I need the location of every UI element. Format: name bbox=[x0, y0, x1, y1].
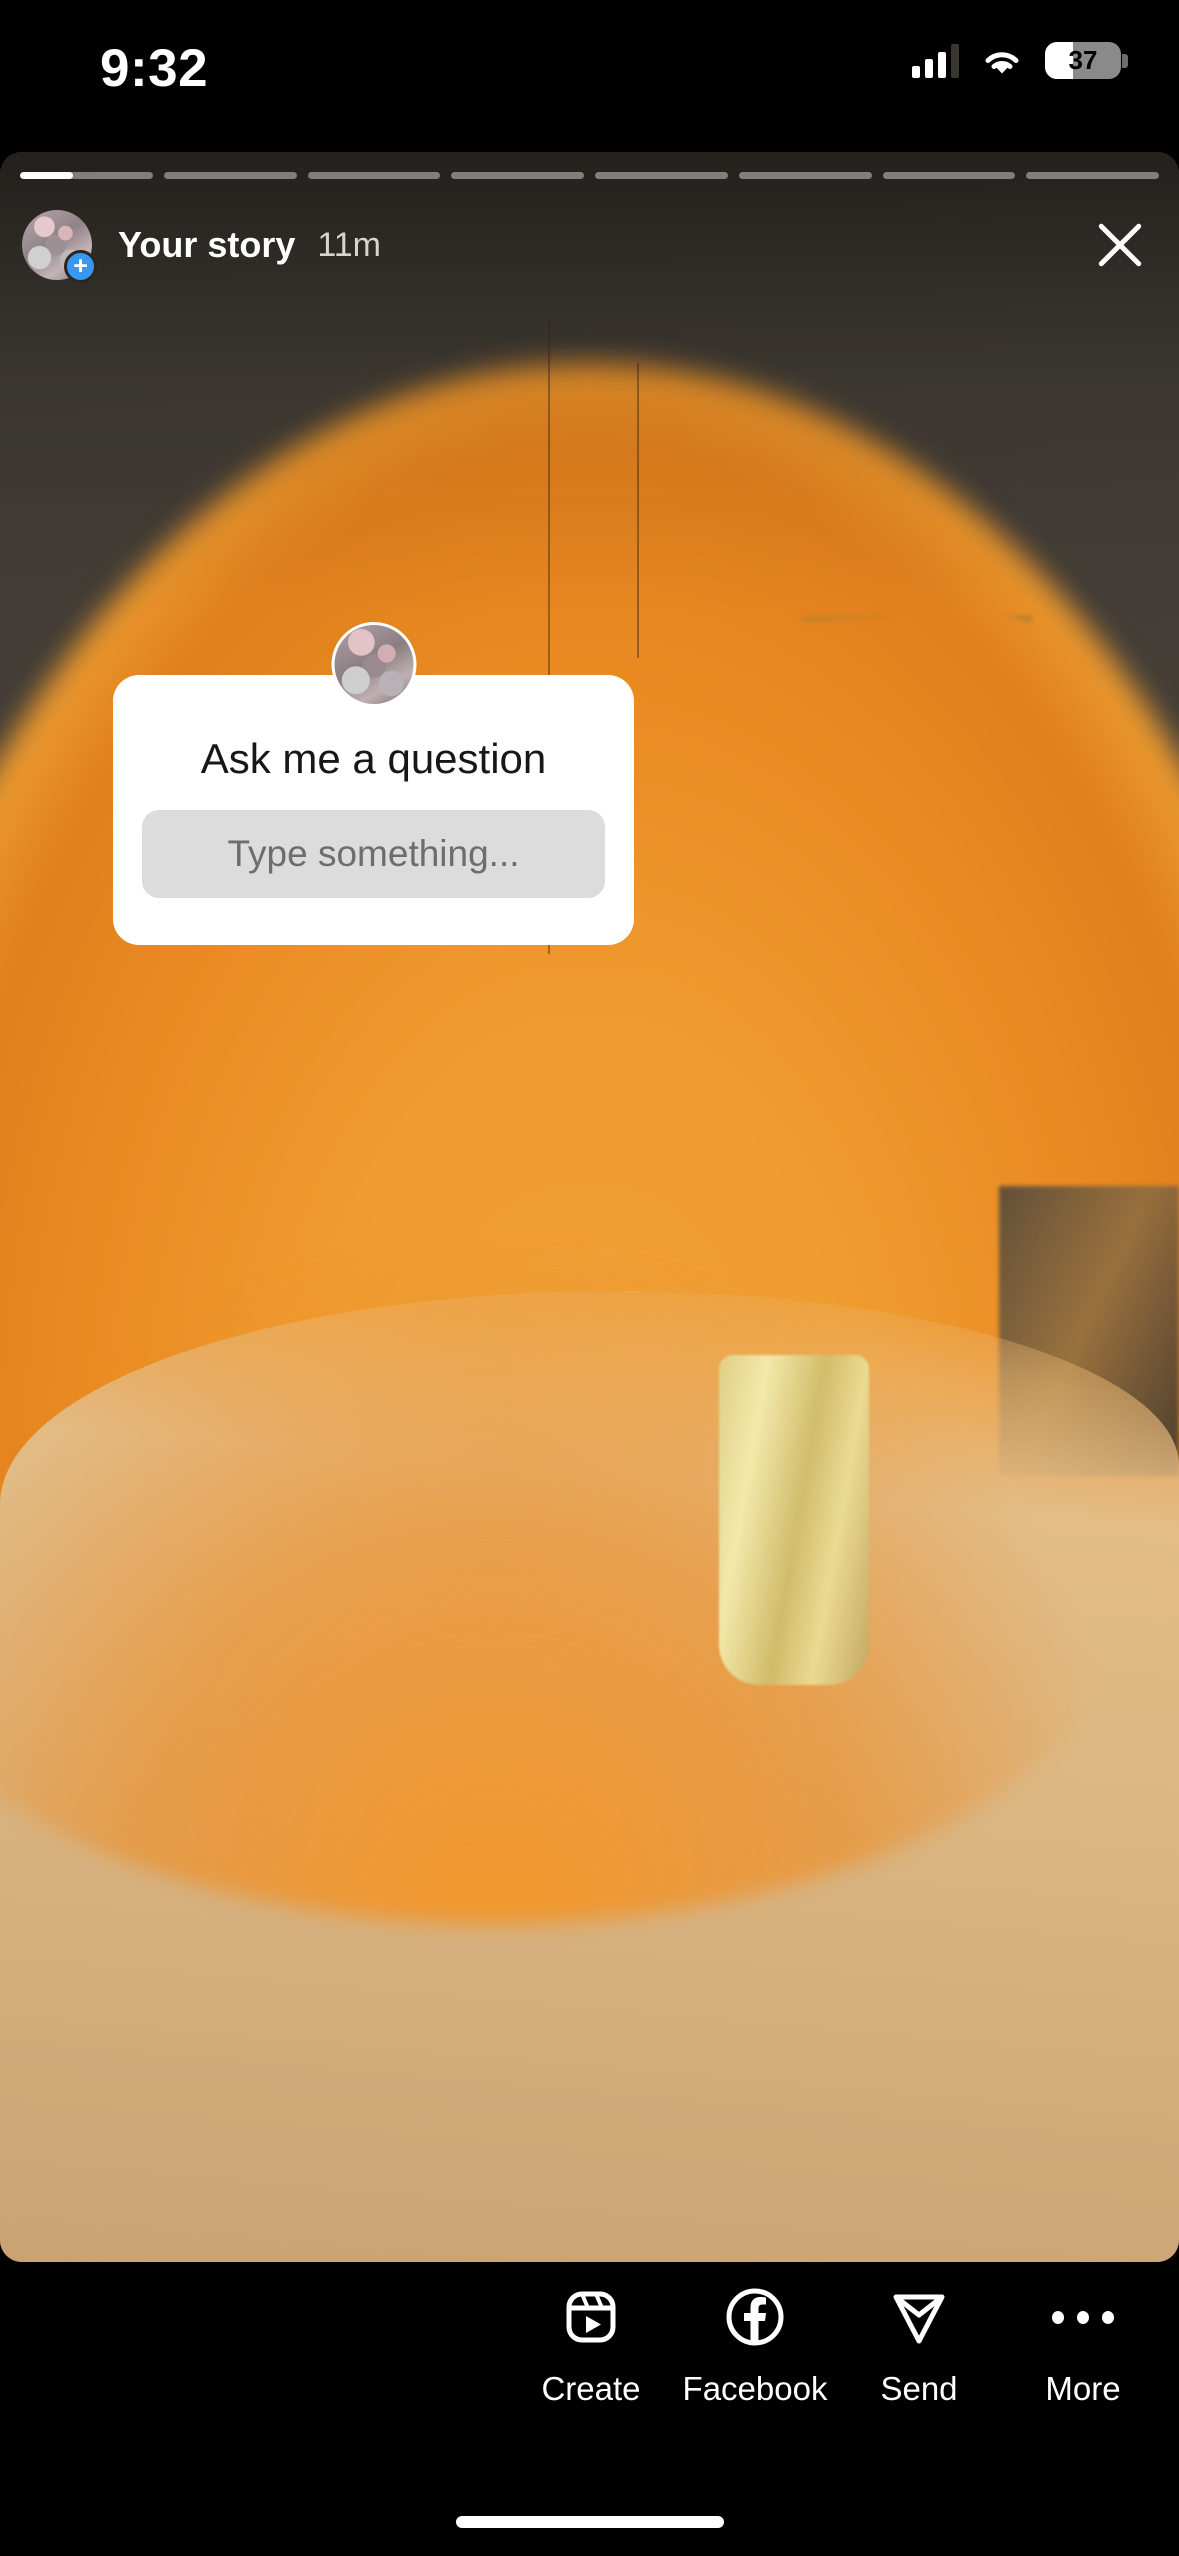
toolbar-items: Create Facebook Send More bbox=[0, 2286, 1179, 2408]
toolbar-label-more: More bbox=[1045, 2370, 1121, 2407]
avatar[interactable]: + bbox=[22, 210, 97, 283]
story-progress-segment[interactable] bbox=[738, 172, 872, 179]
toolbar-item-facebook[interactable]: Facebook bbox=[673, 2286, 837, 2408]
story-actions-toolbar: Create Facebook Send More bbox=[0, 2262, 1179, 2556]
toolbar-label-create: Create bbox=[541, 2370, 641, 2407]
more-dots-icon bbox=[1052, 2286, 1114, 2348]
toolbar-item-send[interactable]: Send bbox=[837, 2286, 1001, 2408]
home-indicator[interactable] bbox=[455, 2516, 724, 2528]
top-gradient-scrim bbox=[0, 152, 1179, 2262]
story-progress-segment[interactable] bbox=[307, 172, 441, 179]
story-progress-segment[interactable] bbox=[595, 172, 728, 179]
create-reel-icon bbox=[560, 2286, 622, 2348]
status-bar: 9:32 37 bbox=[0, 0, 1179, 150]
question-sticker-title: Ask me a question bbox=[200, 735, 547, 782]
add-story-plus-icon[interactable]: + bbox=[64, 250, 97, 283]
story-viewer[interactable]: + Your story 11m Ask me a question Type … bbox=[0, 152, 1179, 2262]
story-timestamp: 11m bbox=[317, 225, 381, 264]
wifi-icon bbox=[981, 45, 1023, 77]
story-progress-segment[interactable] bbox=[20, 172, 153, 179]
story-progress-fill bbox=[20, 172, 74, 179]
cellular-bars-icon bbox=[912, 43, 959, 78]
status-bar-clock: 9:32 bbox=[100, 39, 209, 98]
battery-percent-label: 37 bbox=[1068, 45, 1098, 75]
send-paper-plane-icon bbox=[888, 2286, 950, 2348]
toolbar-item-more[interactable]: More bbox=[1001, 2286, 1165, 2408]
status-bar-indicators: 37 bbox=[912, 42, 1128, 79]
toolbar-label-send: Send bbox=[880, 2370, 958, 2407]
question-input-placeholder: Type something... bbox=[227, 833, 520, 874]
story-progress-segment[interactable] bbox=[451, 172, 584, 179]
toolbar-label-facebook: Facebook bbox=[682, 2370, 828, 2407]
question-avatar bbox=[331, 622, 416, 707]
story-progress-segment[interactable] bbox=[882, 172, 1016, 179]
story-progress-segment[interactable] bbox=[1026, 172, 1159, 179]
toolbar-item-create[interactable]: Create bbox=[509, 2286, 673, 2408]
question-sticker[interactable]: Ask me a question Type something... bbox=[113, 622, 634, 945]
battery-icon: 37 bbox=[1045, 42, 1128, 79]
facebook-icon bbox=[724, 2286, 786, 2348]
question-answer-input[interactable]: Type something... bbox=[142, 810, 605, 898]
story-progress-bar[interactable] bbox=[20, 172, 1159, 179]
story-progress-segment[interactable] bbox=[163, 172, 297, 179]
story-author-label: Your story bbox=[118, 224, 296, 265]
phone-screen: 9:32 37 + Your story 11m Ask me a questi… bbox=[0, 0, 1179, 2556]
close-icon[interactable] bbox=[1083, 208, 1157, 282]
story-header: + Your story 11m bbox=[22, 200, 1157, 290]
